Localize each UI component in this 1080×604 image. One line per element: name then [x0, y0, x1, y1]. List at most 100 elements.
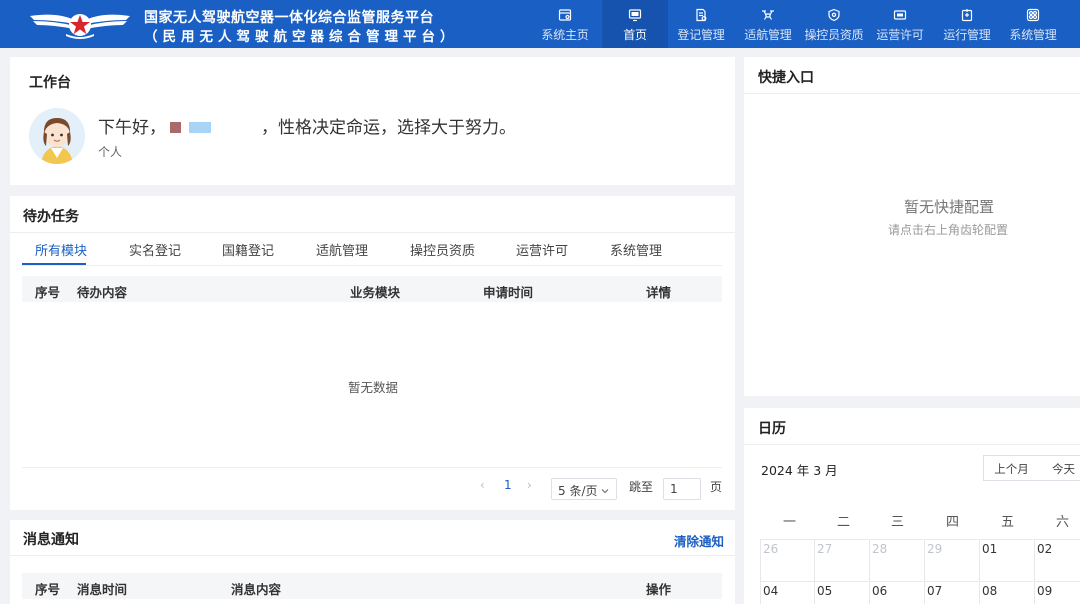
nav-system-management[interactable]: 系统管理 — [1000, 0, 1066, 48]
nav-label: 系统主页 — [541, 28, 589, 42]
nav-home[interactable]: 首页 — [602, 0, 668, 48]
divider — [10, 555, 735, 556]
nav-label: 适航管理 — [744, 28, 792, 42]
redacted-name-block — [170, 122, 181, 133]
greeting-suffix: ，性格决定命运，选择大于努力。 — [261, 118, 516, 138]
shortcuts-card: 快捷入口 暂无快捷配置 请点击右上角齿轮配置 — [744, 57, 1080, 396]
divider — [744, 444, 1080, 445]
divider — [10, 232, 735, 233]
calendar-day[interactable]: 06 — [869, 581, 923, 604]
divider — [744, 93, 1080, 94]
avatar — [29, 108, 85, 164]
weekday-label: 一 — [783, 515, 797, 530]
shortcuts-title: 快捷入口 — [758, 70, 814, 86]
tab-operation-license[interactable]: 运营许可 — [516, 240, 568, 259]
todo-table-header: 序号 待办内容 业务模块 申请时间 详情 — [22, 276, 722, 302]
calendar-day[interactable]: 07 — [924, 581, 978, 604]
todo-title: 待办任务 — [23, 209, 79, 225]
browser-icon — [558, 9, 572, 21]
tab-airworthiness[interactable]: 适航管理 — [316, 240, 368, 259]
nav-registration[interactable]: 登记管理 — [668, 0, 734, 48]
tab-operator-qualification[interactable]: 操控员资质 — [410, 240, 475, 259]
workbench-card: 工作台 下午好， ，性格决定命运，选择大于努力。 个人 — [10, 57, 735, 185]
today-button[interactable]: 今天 — [1039, 455, 1080, 481]
column-header: 序号 — [35, 582, 61, 597]
column-header: 消息时间 — [77, 582, 128, 597]
todo-card: 待办任务 所有模块 实名登记 国籍登记 适航管理 操控员资质 运营许可 系统管理… — [10, 196, 735, 510]
page-size-value: 5 条/页 — [558, 484, 598, 498]
calendar-day[interactable]: 08 — [979, 581, 1033, 604]
nav-label: 操控员资质 — [804, 28, 864, 42]
chevron-down-icon — [601, 489, 609, 494]
tab-nationality-registration[interactable]: 国籍登记 — [222, 240, 274, 259]
prev-page-button[interactable]: ‹ — [480, 478, 485, 492]
workbench-title: 工作台 — [29, 75, 71, 91]
clipboard-icon — [961, 9, 973, 22]
column-header: 待办内容 — [77, 285, 128, 300]
nav-label: 运营许可 — [876, 28, 924, 42]
column-header: 序号 — [35, 285, 61, 300]
tab-all-modules[interactable]: 所有模块 — [35, 240, 87, 259]
user-avatar-icon — [29, 108, 85, 164]
nav-label: 系统管理 — [1009, 28, 1057, 42]
redacted-name-block — [189, 122, 211, 133]
calendar-day[interactable]: 09 — [1034, 581, 1080, 604]
current-page[interactable]: 1 — [504, 478, 512, 492]
calendar-month-label: 2024 年 3 月 — [761, 463, 838, 478]
tab-system-management[interactable]: 系统管理 — [610, 240, 662, 259]
next-page-button[interactable]: › — [527, 478, 532, 492]
shortcuts-empty-title: 暂无快捷配置 — [904, 198, 995, 216]
divider — [22, 265, 722, 266]
tab-realname-registration[interactable]: 实名登记 — [129, 240, 181, 259]
jump-label: 跳至 — [629, 480, 654, 494]
calendar-day[interactable]: 27 — [814, 539, 868, 581]
notice-card: 消息通知 清除通知 序号 消息时间 消息内容 操作 — [10, 520, 735, 604]
top-header: 国家无人驾驶航空器一体化综合监管服务平台 （民用无人驾驶航空器综合管理平台） 系… — [0, 0, 1080, 48]
settings-grid-icon — [1026, 8, 1040, 22]
nav-operator-qualification[interactable]: 操控员资质 — [801, 0, 867, 48]
calendar-day[interactable]: 29 — [924, 539, 978, 581]
calendar-title: 日历 — [758, 421, 786, 437]
divider — [22, 467, 722, 468]
page-unit-label: 页 — [710, 480, 723, 494]
weekday-label: 二 — [837, 515, 851, 530]
user-role: 个人 — [98, 145, 123, 159]
calendar-day[interactable]: 04 — [760, 581, 814, 604]
calendar-day[interactable]: 02 — [1034, 539, 1080, 581]
nav-label: 运行管理 — [943, 28, 991, 42]
nav-label: 首页 — [623, 28, 647, 42]
nav-airworthiness[interactable]: 适航管理 — [735, 0, 801, 48]
greeting-prefix: 下午好， — [98, 118, 166, 138]
column-header: 消息内容 — [231, 582, 282, 597]
column-header: 详情 — [646, 285, 672, 300]
column-header: 操作 — [646, 582, 672, 597]
weekday-label: 六 — [1056, 515, 1070, 530]
caac-logo — [30, 14, 130, 39]
nav-operation-management[interactable]: 运行管理 — [934, 0, 1000, 48]
notice-table-header: 序号 消息时间 消息内容 操作 — [22, 573, 722, 599]
column-header: 业务模块 — [350, 285, 401, 300]
shortcuts-empty-hint: 请点击右上角齿轮配置 — [888, 223, 1009, 237]
prev-month-button[interactable]: 上个月 — [983, 455, 1040, 481]
greeting-text: 下午好， ，性格决定命运，选择大于努力。 — [98, 113, 516, 138]
column-header: 申请时间 — [483, 285, 534, 300]
jump-page-input[interactable]: 1 — [663, 478, 701, 500]
calendar-card: 日历 2024 年 3 月 上个月 今天 一 二 三 四 五 六 26 27 2… — [744, 408, 1080, 604]
shield-icon — [828, 8, 840, 22]
weekday-label: 五 — [1001, 515, 1015, 530]
calendar-day[interactable]: 28 — [869, 539, 923, 581]
calendar-day[interactable]: 05 — [814, 581, 868, 604]
id-card-icon — [893, 10, 907, 20]
clear-notifications-button[interactable]: 清除通知 — [674, 531, 724, 550]
platform-subtitle: （民用无人驾驶航空器综合管理平台） — [144, 29, 459, 45]
drone-icon — [762, 10, 774, 20]
empty-state-text: 暂无数据 — [348, 380, 399, 395]
calendar-day[interactable]: 01 — [979, 539, 1033, 581]
monitor-icon — [628, 9, 642, 22]
notice-title: 消息通知 — [23, 532, 79, 548]
weekday-label: 三 — [891, 515, 905, 530]
nav-operation-license[interactable]: 运营许可 — [867, 0, 933, 48]
page-size-select[interactable]: 5 条/页 — [551, 478, 617, 500]
calendar-day[interactable]: 26 — [760, 539, 814, 581]
nav-system-home[interactable]: 系统主页 — [532, 0, 598, 48]
